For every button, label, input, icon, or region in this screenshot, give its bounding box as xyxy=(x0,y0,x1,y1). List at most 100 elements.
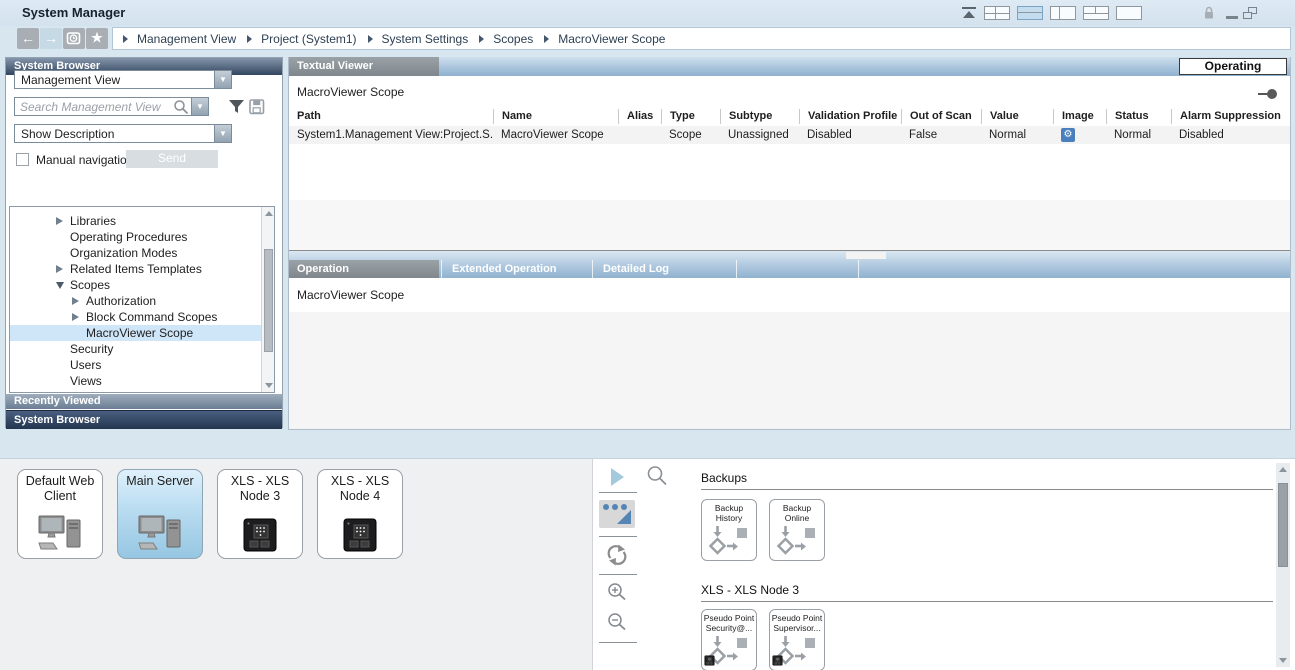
zoom-in-icon[interactable] xyxy=(606,581,628,603)
column-header-out-of-scan[interactable]: Out of Scan xyxy=(901,109,981,124)
view-select[interactable]: Management View ▼ xyxy=(14,70,232,89)
back-icon[interactable]: ← xyxy=(17,28,39,49)
recently-viewed-bar[interactable]: Recently Viewed xyxy=(6,394,282,409)
favorites-star-icon[interactable]: ★ xyxy=(86,28,108,49)
tree-item-security[interactable]: Security xyxy=(10,341,274,357)
layout-split-icon[interactable] xyxy=(1083,6,1109,20)
column-header-alarm-suppression[interactable]: Alarm Suppression xyxy=(1171,109,1290,124)
breadcrumb-item[interactable]: Scopes xyxy=(479,32,533,46)
search-input[interactable] xyxy=(14,97,192,116)
save-icon[interactable] xyxy=(249,99,265,115)
send-button[interactable]: Send xyxy=(126,150,218,168)
scrollbar-thumb[interactable] xyxy=(1278,483,1288,567)
tree-item-scopes[interactable]: Scopes xyxy=(10,277,274,293)
zoom-out-icon[interactable] xyxy=(606,611,628,633)
macro-steps-icon[interactable] xyxy=(599,500,635,528)
scroll-down-icon[interactable] xyxy=(1279,658,1287,663)
scope-gear-icon[interactable]: ⚙ xyxy=(1061,128,1075,142)
operation-body xyxy=(289,312,1290,429)
macro-tile-pseudo-point-supervisor[interactable]: Pseudo PointSupervisor... xyxy=(769,609,825,670)
column-header-type[interactable]: Type xyxy=(661,109,720,124)
scroll-down-icon[interactable] xyxy=(265,383,273,388)
column-header-subtype[interactable]: Subtype xyxy=(720,109,799,124)
breadcrumb-item[interactable]: System Settings xyxy=(368,32,469,46)
node-tile-default-web-client[interactable]: Default WebClient xyxy=(17,469,103,559)
section-title-xls-node-3: XLS - XLS Node 3 xyxy=(701,583,799,597)
tree-item-views[interactable]: Views xyxy=(10,373,274,389)
column-header-value[interactable]: Value xyxy=(981,109,1053,124)
search-options-chevron-icon[interactable]: ▼ xyxy=(192,97,209,116)
layout-columns-icon[interactable] xyxy=(1050,6,1076,20)
cell-validation-profile: Disabled xyxy=(799,129,901,141)
node-tile-xls-node-3[interactable]: XLS - XLSNode 3 xyxy=(217,469,303,559)
breadcrumb-item[interactable]: Project (System1) xyxy=(247,32,356,46)
chevron-down-icon[interactable]: ▼ xyxy=(214,71,231,88)
tab-extended-operation[interactable]: Extended Operation xyxy=(441,260,592,278)
scroll-up-icon[interactable] xyxy=(265,211,273,216)
refresh-icon[interactable] xyxy=(605,543,629,567)
macro-panel-scrollbar[interactable] xyxy=(1276,463,1290,667)
chevron-down-icon[interactable]: ▼ xyxy=(214,125,231,142)
cell-type: Scope xyxy=(661,129,720,141)
filter-icon[interactable] xyxy=(228,99,245,114)
column-header-status[interactable]: Status xyxy=(1106,109,1171,124)
manual-navigation-checkbox[interactable] xyxy=(16,153,29,166)
macro-tile-backup-history[interactable]: BackupHistory xyxy=(701,499,757,561)
column-header-path[interactable]: Path xyxy=(289,109,493,124)
tab-operation[interactable]: Operation xyxy=(289,260,439,278)
layout-quad-icon[interactable] xyxy=(984,6,1010,20)
pane-splitter[interactable]: Operation Extended Operation Detailed Lo… xyxy=(289,250,1290,278)
cell-value: Normal xyxy=(981,129,1053,141)
tree-item-related-items-templates[interactable]: Related Items Templates xyxy=(10,261,274,277)
system-browser-bar[interactable]: System Browser xyxy=(6,410,282,429)
secondary-tab-bar: Operation Extended Operation Detailed Lo… xyxy=(289,260,1290,278)
expander-icon[interactable] xyxy=(56,282,64,289)
lock-icon xyxy=(1203,6,1215,20)
operating-mode-button[interactable]: Operating xyxy=(1179,58,1287,75)
expander-icon[interactable] xyxy=(72,297,79,305)
layout-single-icon[interactable] xyxy=(1116,6,1142,20)
scroll-up-icon[interactable] xyxy=(1279,467,1287,472)
tree-item-users[interactable]: Users xyxy=(10,357,274,373)
breadcrumb-item[interactable]: MacroViewer Scope xyxy=(544,32,665,46)
tree-item-libraries[interactable]: Libraries xyxy=(10,213,274,229)
tree-item-operating-procedures[interactable]: Operating Procedures xyxy=(10,229,274,245)
forward-icon[interactable]: → xyxy=(40,28,62,49)
layout-rows-icon[interactable] xyxy=(1017,6,1043,20)
breadcrumb-item[interactable]: Management View xyxy=(123,32,236,46)
table-row[interactable]: System1.Management View:Project.S... Mac… xyxy=(289,126,1290,144)
play-icon[interactable] xyxy=(611,468,624,486)
expander-icon[interactable] xyxy=(56,265,63,273)
macro-tiles-panel: Backups BackupHistory BackupOnline XLS -… xyxy=(688,459,1295,670)
cell-out-of-scan: False xyxy=(901,129,981,141)
column-header-name[interactable]: Name xyxy=(493,109,618,124)
system-tree: Libraries Operating Procedures Organizat… xyxy=(9,206,275,393)
search-box xyxy=(14,97,192,116)
tree-item-block-command-scopes[interactable]: Block Command Scopes xyxy=(10,309,274,325)
node-tile-xls-node-4[interactable]: XLS - XLSNode 4 xyxy=(317,469,403,559)
macro-tile-backup-online[interactable]: BackupOnline xyxy=(769,499,825,561)
main-pane: Textual Viewer Operating MacroViewer Sco… xyxy=(288,57,1291,430)
tab-textual-viewer[interactable]: Textual Viewer xyxy=(289,57,439,76)
macro-tile-pseudo-point-security[interactable]: Pseudo PointSecurity@... xyxy=(701,609,757,670)
column-header-image[interactable]: Image xyxy=(1053,109,1106,124)
search-icon[interactable] xyxy=(645,464,669,488)
tree-scrollbar[interactable] xyxy=(261,207,274,392)
scrollbar-thumb[interactable] xyxy=(264,249,273,352)
collapse-top-icon[interactable] xyxy=(962,7,976,18)
column-header-validation-profile[interactable]: Validation Profile xyxy=(799,109,901,124)
restore-icon[interactable] xyxy=(1243,7,1257,19)
node-tile-main-server[interactable]: Main Server xyxy=(117,469,203,559)
splitter-grip[interactable] xyxy=(846,252,886,259)
display-mode-select[interactable]: Show Description ▼ xyxy=(14,124,232,143)
minimize-icon[interactable] xyxy=(1226,16,1238,19)
tree-item-organization-modes[interactable]: Organization Modes xyxy=(10,245,274,261)
column-header-alias[interactable]: Alias xyxy=(618,109,661,124)
history-icon[interactable] xyxy=(63,28,85,49)
tab-detailed-log[interactable]: Detailed Log xyxy=(592,260,736,278)
expander-icon[interactable] xyxy=(56,217,63,225)
pin-icon[interactable] xyxy=(1258,88,1278,100)
expander-icon[interactable] xyxy=(72,313,79,321)
tree-item-authorization[interactable]: Authorization xyxy=(10,293,274,309)
tree-item-macroviewer-scope[interactable]: MacroViewer Scope xyxy=(10,325,274,341)
